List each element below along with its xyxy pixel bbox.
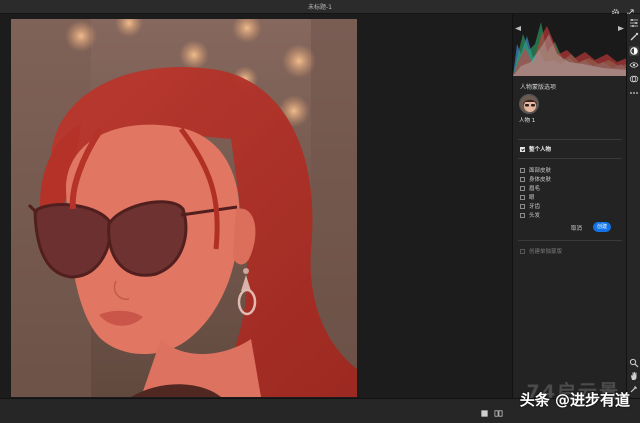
gear-icon[interactable] [611, 2, 620, 16]
checkbox-box[interactable] [520, 176, 525, 182]
part-checkbox-face-skin[interactable]: 面部皮肤 [520, 166, 551, 174]
compare-view-icon[interactable] [494, 403, 503, 417]
cancel-button[interactable]: 取消 [571, 224, 582, 232]
portrait-photo-with-mask-overlay[interactable] [11, 19, 357, 397]
checkbox-box[interactable] [520, 167, 525, 173]
part-label: 眉毛 [529, 186, 541, 192]
redeye-icon[interactable] [629, 60, 639, 70]
part-checkbox-body-skin[interactable]: 身体皮肤 [520, 175, 551, 183]
create-button[interactable]: 创建 [593, 222, 611, 232]
part-label: 面部皮肤 [529, 168, 552, 174]
checkbox-box[interactable] [520, 146, 525, 152]
checkbox-box[interactable] [520, 185, 525, 191]
part-checkbox-eyebrows[interactable]: 眉毛 [520, 184, 540, 192]
separate-masks-label: 创建单独蒙版 [529, 249, 563, 255]
tool-strip [626, 14, 640, 398]
part-checkbox-eyes[interactable]: 眼 [520, 193, 535, 201]
presets-icon[interactable] [629, 74, 639, 84]
part-label: 眼 [529, 195, 535, 201]
checkbox-box[interactable] [520, 248, 525, 254]
part-label: 身体皮肤 [529, 177, 552, 183]
lightroom-app: 未标题-1 人物蒙版选项 人物 1 整个人物 面部皮肤 身体皮肤 眉毛 眼 牙齿… [0, 0, 640, 423]
divider [518, 240, 622, 241]
histogram [513, 14, 627, 76]
checkbox-box[interactable] [520, 203, 525, 209]
part-checkbox-hair[interactable]: 头发 [520, 211, 540, 219]
title-bar: 未标题-1 [0, 0, 640, 16]
toutiao-watermark: 头条 @进步有道 [519, 391, 630, 409]
person-label: 人物 1 [519, 118, 536, 124]
section-title: 人物蒙版选项 [520, 84, 557, 91]
expand-icon[interactable] [626, 2, 635, 16]
hand-icon[interactable] [629, 371, 639, 381]
edit-sliders-icon[interactable] [629, 18, 639, 28]
divider [518, 139, 622, 140]
part-checkbox-teeth[interactable]: 牙齿 [520, 202, 540, 210]
photo-canvas[interactable] [0, 14, 512, 398]
entire-person-checkbox[interactable]: 整个人物 [520, 145, 551, 153]
brush-icon[interactable] [629, 32, 639, 42]
more-icon[interactable] [629, 88, 639, 98]
sampler-icon[interactable] [629, 384, 639, 394]
masking-panel: 人物蒙版选项 人物 1 整个人物 面部皮肤 身体皮肤 眉毛 眼 牙齿 头发 取消… [512, 14, 627, 398]
masking-icon[interactable] [629, 46, 639, 56]
checkbox-box[interactable] [520, 194, 525, 200]
entire-person-label: 整个人物 [529, 147, 552, 153]
divider [518, 158, 622, 159]
checkbox-box[interactable] [520, 212, 525, 218]
zoom-icon[interactable] [629, 358, 639, 368]
part-label: 头发 [529, 213, 541, 219]
person-thumbnail[interactable] [519, 94, 539, 114]
separate-masks-checkbox[interactable]: 创建单独蒙版 [520, 247, 562, 255]
document-title: 未标题-1 [308, 4, 332, 11]
part-label: 牙齿 [529, 204, 541, 210]
single-view-icon[interactable] [480, 403, 489, 417]
